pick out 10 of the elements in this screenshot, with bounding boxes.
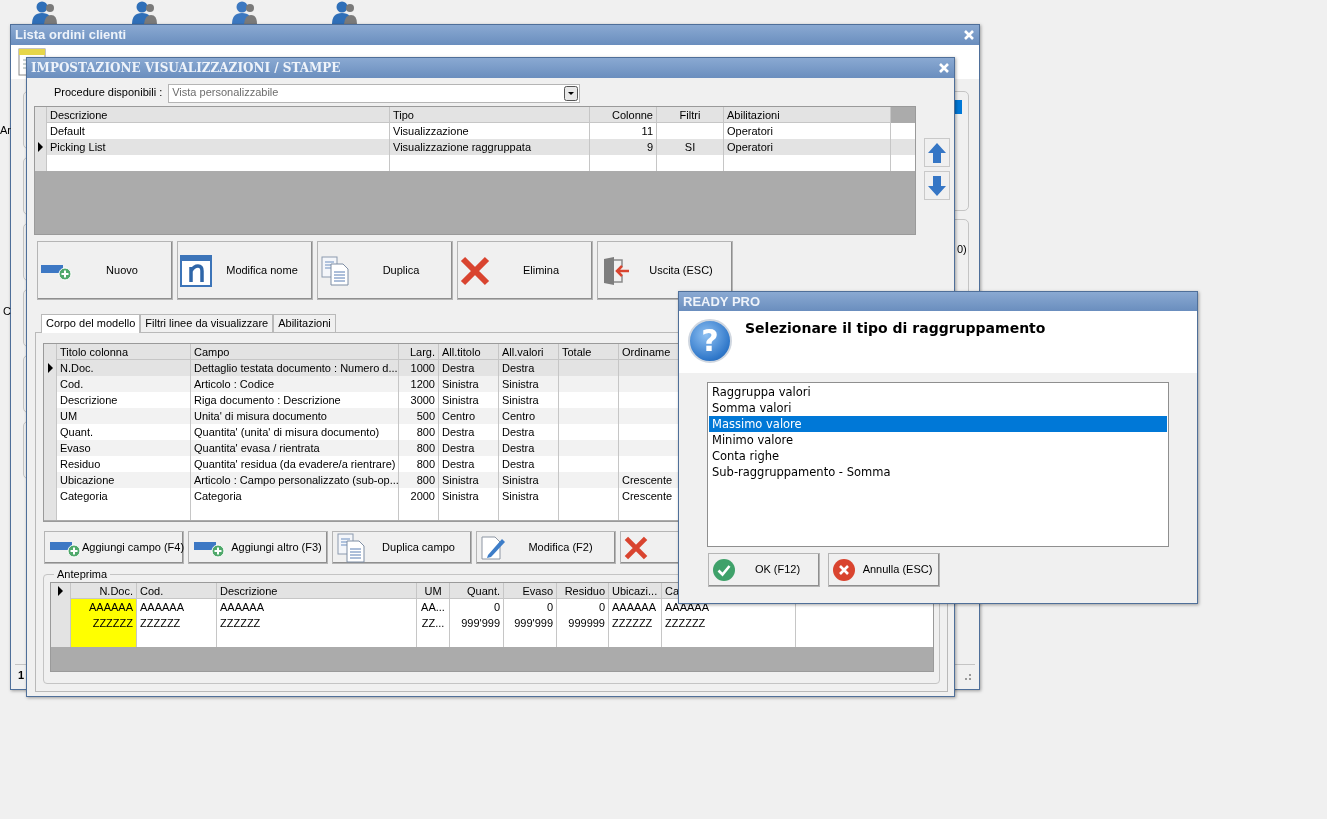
- window-title: Lista ordini clienti: [15, 27, 127, 43]
- help-icon: ?: [688, 319, 732, 363]
- dialog-title: IMPOSTAZIONE VISUALIZZAZIONI / STAMPE: [31, 60, 341, 76]
- table-cell: ZZZZZZ: [71, 615, 137, 632]
- status-text: 1: [18, 668, 25, 683]
- partial-label: 0): [957, 243, 967, 257]
- field-label: Procedure disponibili :: [54, 86, 163, 100]
- table-cell: AAAAAA: [71, 599, 137, 616]
- group-label: Anteprima: [56, 568, 109, 581]
- message-text: Selezionare il tipo di raggruppamento: [745, 319, 1046, 338]
